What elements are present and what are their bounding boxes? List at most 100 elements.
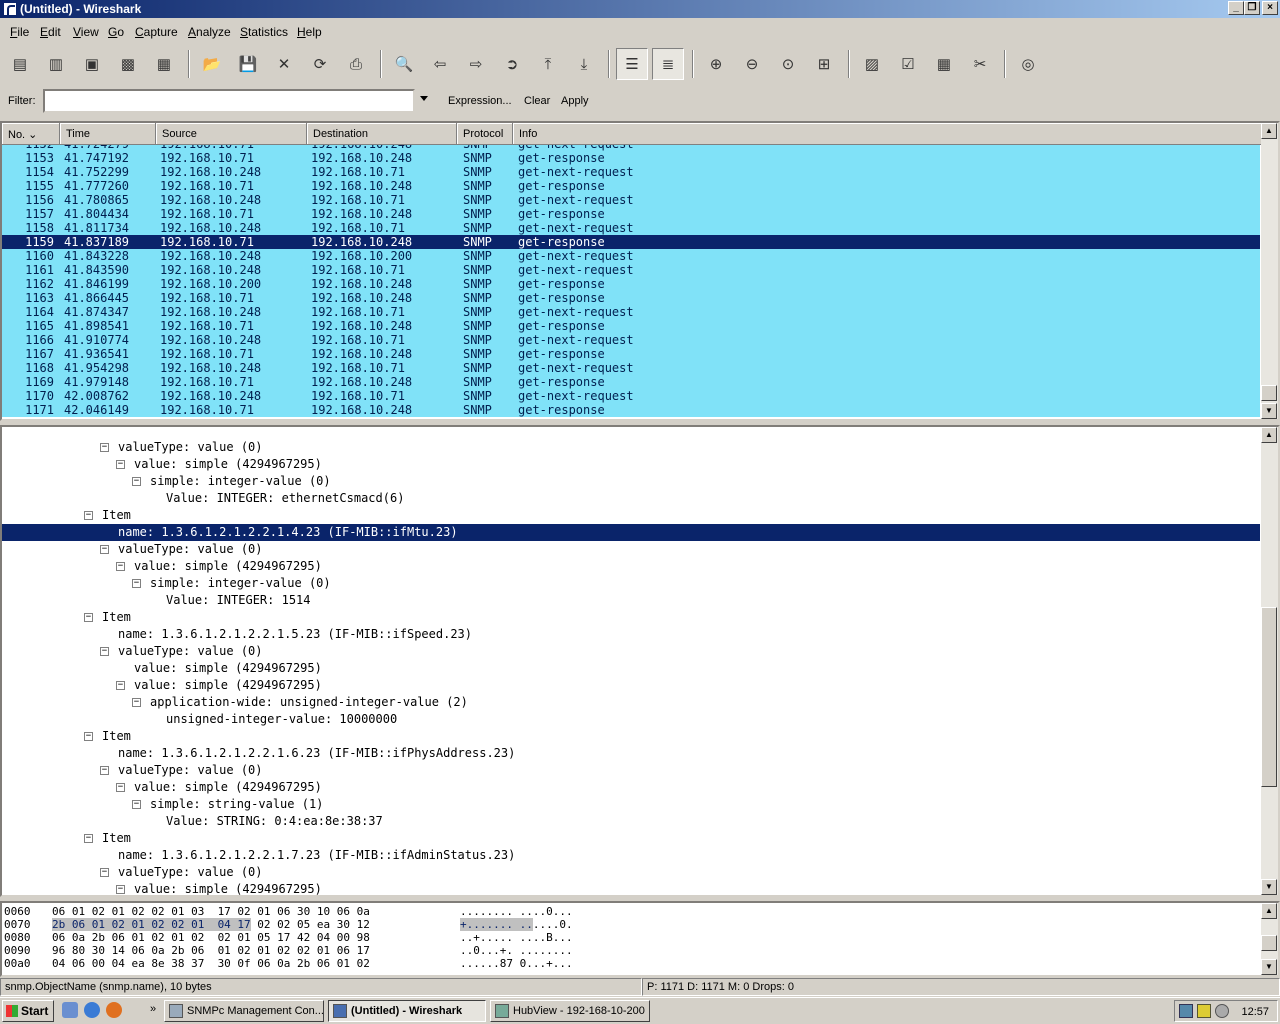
scroll-thumb[interactable]	[1261, 385, 1277, 401]
collapse-icon[interactable]: −	[116, 562, 125, 571]
start-capture-icon[interactable]: ▣	[76, 48, 108, 80]
packet-row[interactable]: 1165 41.898541 192.168.10.71 192.168.10.248…	[2, 319, 1260, 333]
coloring-rules-icon[interactable]: ▦	[928, 48, 960, 80]
detail-row[interactable]: name: 1.3.6.1.2.1.2.2.1.5.23 (IF-MIB::if…	[2, 626, 1260, 643]
zoom-in-icon[interactable]: ⊕	[700, 48, 732, 80]
detail-row[interactable]: − value: simple (4294967295)	[2, 677, 1260, 694]
packet-row[interactable]: 1158 41.811734 192.168.10.248 192.168.10.71…	[2, 221, 1260, 235]
scroll-down-icon[interactable]: ▼	[1261, 879, 1277, 895]
scroll-thumb[interactable]	[1261, 607, 1277, 787]
start-button[interactable]: Start	[2, 1000, 54, 1022]
detail-row[interactable]: Value: INTEGER: ethernetCsmacd(6)	[2, 490, 1260, 507]
go-last-icon[interactable]: ⤓	[568, 48, 600, 80]
collapse-icon[interactable]: −	[84, 834, 93, 843]
auto-scroll-icon[interactable]: ≣	[652, 48, 684, 80]
go-to-packet-icon[interactable]: ➲	[496, 48, 528, 80]
hex-row[interactable]: 0070 2b 06 01 02 01 02 02 01 04 17 02 02 …	[2, 918, 1260, 931]
collapse-icon[interactable]: −	[100, 443, 109, 452]
detail-row[interactable]: − value: simple (4294967295)	[2, 881, 1260, 895]
quicklaunch-ie-icon[interactable]	[84, 1002, 100, 1018]
menu-go[interactable]: Go	[108, 25, 124, 39]
collapse-icon[interactable]: −	[116, 681, 125, 690]
detail-row[interactable]: − Item	[2, 728, 1260, 745]
menu-analyze[interactable]: Analyze	[188, 25, 231, 39]
quicklaunch-desktop-icon[interactable]	[62, 1002, 78, 1018]
detail-row[interactable]: unsigned-integer-value: 10000000	[2, 711, 1260, 728]
close-button[interactable]: ×	[1262, 1, 1278, 15]
collapse-icon[interactable]: −	[84, 732, 93, 741]
packet-row[interactable]: 1155 41.777260 192.168.10.71 192.168.10.248…	[2, 179, 1260, 193]
menu-edit[interactable]: Edit	[40, 25, 61, 39]
detail-row[interactable]: − value: simple (4294967295)	[2, 558, 1260, 575]
restart-capture-icon[interactable]: ▦	[148, 48, 180, 80]
scroll-down-icon[interactable]: ▼	[1261, 959, 1277, 975]
taskbar-wireshark[interactable]: (Untitled) - Wireshark	[328, 1000, 486, 1022]
minimize-button[interactable]: _	[1228, 1, 1244, 15]
detail-row[interactable]: − Item	[2, 507, 1260, 524]
open-file-icon[interactable]: 📂	[196, 48, 228, 80]
collapse-icon[interactable]: −	[100, 766, 109, 775]
packet-row[interactable]: 1168 41.954298 192.168.10.248 192.168.10.71…	[2, 361, 1260, 375]
capture-filters-icon[interactable]: ▨	[856, 48, 888, 80]
hex-row[interactable]: 0080 06 0a 2b 06 01 02 01 02 02 01 05 17 …	[2, 932, 1260, 944]
collapse-icon[interactable]: −	[116, 460, 125, 469]
packet-row[interactable]: 1166 41.910774 192.168.10.248 192.168.10.71…	[2, 333, 1260, 347]
preferences-icon[interactable]: ✂	[964, 48, 996, 80]
capture-options-icon[interactable]: ▥	[40, 48, 72, 80]
collapse-icon[interactable]: −	[84, 511, 93, 520]
packet-row[interactable]: 1154 41.752299 192.168.10.248 192.168.10.71…	[2, 165, 1260, 179]
details-scrollbar[interactable]: ▲ ▼	[1261, 427, 1278, 895]
detail-row[interactable]: name: 1.3.6.1.2.1.2.2.1.7.23 (IF-MIB::if…	[2, 847, 1260, 864]
column-header-destination[interactable]: Destination	[307, 123, 457, 145]
apply-button[interactable]: Apply	[561, 95, 589, 107]
go-first-icon[interactable]: ⤒	[532, 48, 564, 80]
taskbar-snmpc[interactable]: SNMPc Management Con...	[164, 1000, 324, 1022]
find-packet-icon[interactable]: 🔍	[388, 48, 420, 80]
collapse-icon[interactable]: −	[132, 579, 141, 588]
detail-row[interactable]: name: 1.3.6.1.2.1.2.2.1.6.23 (IF-MIB::if…	[2, 745, 1260, 762]
scroll-up-icon[interactable]: ▲	[1261, 123, 1277, 139]
reload-icon[interactable]: ⟳	[304, 48, 336, 80]
column-header-time[interactable]: Time	[60, 123, 156, 145]
scroll-up-icon[interactable]: ▲	[1261, 427, 1277, 443]
go-forward-icon[interactable]: ⇨	[460, 48, 492, 80]
detail-row[interactable]: value: simple (4294967295)	[2, 660, 1260, 677]
detail-row[interactable]: − value: simple (4294967295)	[2, 779, 1260, 796]
save-file-icon[interactable]: 💾	[232, 48, 264, 80]
display-filters-icon[interactable]: ☑	[892, 48, 924, 80]
taskbar-hubview[interactable]: HubView - 192-168-10-200	[490, 1000, 650, 1022]
detail-row[interactable]: − Item	[2, 609, 1260, 626]
hex-row[interactable]: 00a0 04 06 00 04 ea 8e 38 37 30 0f 06 0a …	[2, 958, 1260, 970]
packet-row[interactable]: 1153 41.747192 192.168.10.71 192.168.10.248…	[2, 151, 1260, 165]
filter-input[interactable]	[43, 89, 415, 113]
bytes-scrollbar[interactable]: ▲ ▼	[1261, 903, 1278, 975]
quicklaunch-overflow-icon[interactable]: »	[150, 1003, 156, 1015]
detail-row[interactable]: − valueType: value (0)	[2, 762, 1260, 779]
detail-row[interactable]: − valueType: value (0)	[2, 864, 1260, 881]
packet-row[interactable]: 1156 41.780865 192.168.10.248 192.168.10.71…	[2, 193, 1260, 207]
packet-row[interactable]: 1159 41.837189 192.168.10.71 192.168.10.248…	[2, 235, 1260, 249]
interface-list-icon[interactable]: ▤	[4, 48, 36, 80]
print-icon[interactable]: ⎙	[340, 48, 372, 80]
packet-list-scrollbar[interactable]: ▲ ▼	[1261, 123, 1278, 419]
detail-row[interactable]: − value: simple (4294967295)	[2, 456, 1260, 473]
collapse-icon[interactable]: −	[116, 885, 125, 894]
colorize-icon[interactable]: ☰	[616, 48, 648, 80]
packet-row[interactable]: 1169 41.979148 192.168.10.71 192.168.10.248…	[2, 375, 1260, 389]
packet-row[interactable]: 1170 42.008762 192.168.10.248 192.168.10.71…	[2, 389, 1260, 403]
go-back-icon[interactable]: ⇦	[424, 48, 456, 80]
help-icon[interactable]: ◎	[1012, 48, 1044, 80]
packet-row[interactable]: 1160 41.843228 192.168.10.248 192.168.10.20…	[2, 249, 1260, 263]
packet-row[interactable]: 1167 41.936541 192.168.10.71 192.168.10.248…	[2, 347, 1260, 361]
close-file-icon[interactable]: ✕	[268, 48, 300, 80]
detail-row[interactable]: Value: STRING: 0:4:ea:8e:38:37	[2, 813, 1260, 830]
zoom-out-icon[interactable]: ⊖	[736, 48, 768, 80]
collapse-icon[interactable]: −	[132, 800, 141, 809]
packet-row[interactable]: 1164 41.874347 192.168.10.248 192.168.10.71…	[2, 305, 1260, 319]
hex-row[interactable]: 0060 06 01 02 01 02 02 01 03 17 02 01 06 …	[2, 906, 1260, 918]
column-header-info[interactable]: Info	[513, 123, 1262, 145]
detail-row[interactable]: Value: INTEGER: 1514	[2, 592, 1260, 609]
menu-capture[interactable]: Capture	[135, 25, 178, 39]
restore-button[interactable]: ❐	[1244, 1, 1260, 15]
security-tray-icon[interactable]	[1197, 1004, 1211, 1018]
